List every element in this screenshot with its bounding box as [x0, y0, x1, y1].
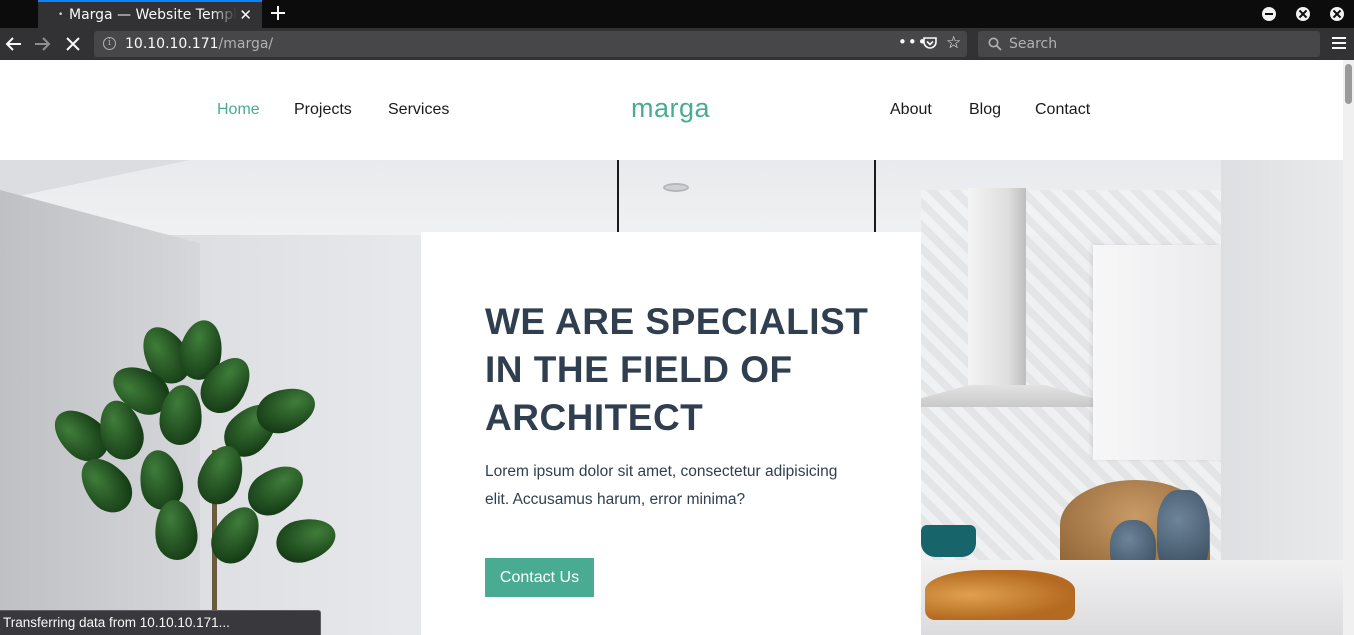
url-path: /marga/: [218, 36, 274, 52]
url-text[interactable]: 10.10.10.171/marga/: [125, 36, 273, 52]
pocket-icon[interactable]: [923, 37, 937, 50]
tab-marga[interactable]: • Marga — Website Template ✕: [38, 0, 262, 28]
arrow-left-icon[interactable]: [3, 33, 25, 55]
url-host: 10.10.10.171: [125, 36, 219, 52]
hero-title: WE ARE SPECIALIST IN THE FIELD OF ARCHIT…: [485, 301, 869, 438]
nav-projects[interactable]: Projects: [294, 101, 352, 119]
nav-services[interactable]: Services: [388, 101, 449, 119]
loading-indicator-icon: •: [58, 10, 64, 20]
hero-description: Lorem ipsum dolor sit amet, consectetur …: [485, 463, 838, 508]
stop-loading-icon[interactable]: [62, 33, 84, 55]
navigation-toolbar: i 10.10.10.171/marga/ ••• ☆: [0, 28, 1354, 60]
status-text: Transferring data from 10.10.10.171...: [3, 615, 230, 630]
search-icon: [988, 37, 1002, 51]
nav-contact[interactable]: Contact: [1035, 101, 1090, 119]
status-bar: Transferring data from 10.10.10.171...: [0, 610, 321, 635]
site-header: Home Projects Services marga About Blog …: [0, 60, 1343, 160]
scrollbar-thumb[interactable]: [1345, 64, 1352, 104]
contact-us-button[interactable]: Contact Us: [485, 558, 594, 597]
site-logo[interactable]: marga: [631, 93, 710, 124]
tab-title: Marga — Website Template: [69, 7, 237, 23]
hamburger-menu-icon[interactable]: [1332, 37, 1346, 51]
close-window-icon[interactable]: [1330, 7, 1344, 21]
maximize-window-icon[interactable]: [1296, 7, 1310, 21]
hero-card: WE ARE SPECIALIST IN THE FIELD OF ARCHIT…: [421, 232, 921, 635]
nav-blog[interactable]: Blog: [969, 101, 1001, 119]
page-viewport: Home Projects Services marga About Blog …: [0, 60, 1343, 635]
nav-home[interactable]: Home: [217, 101, 260, 119]
arrow-right-icon[interactable]: [31, 33, 53, 55]
search-input[interactable]: [1009, 32, 1309, 56]
info-icon[interactable]: i: [103, 37, 116, 50]
page-scrollbar[interactable]: [1343, 60, 1354, 635]
address-bar[interactable]: i 10.10.10.171/marga/ ••• ☆: [94, 31, 967, 57]
nav-about[interactable]: About: [890, 101, 932, 119]
new-tab-icon[interactable]: [268, 2, 288, 24]
search-bar[interactable]: [978, 31, 1320, 57]
hero-section: WE ARE SPECIALIST IN THE FIELD OF ARCHIT…: [0, 160, 1343, 635]
minimize-window-icon[interactable]: [1262, 7, 1276, 21]
tab-close-icon[interactable]: ✕: [239, 6, 252, 24]
tab-strip: • Marga — Website Template ✕: [0, 0, 1354, 28]
star-icon[interactable]: ☆: [946, 34, 961, 52]
